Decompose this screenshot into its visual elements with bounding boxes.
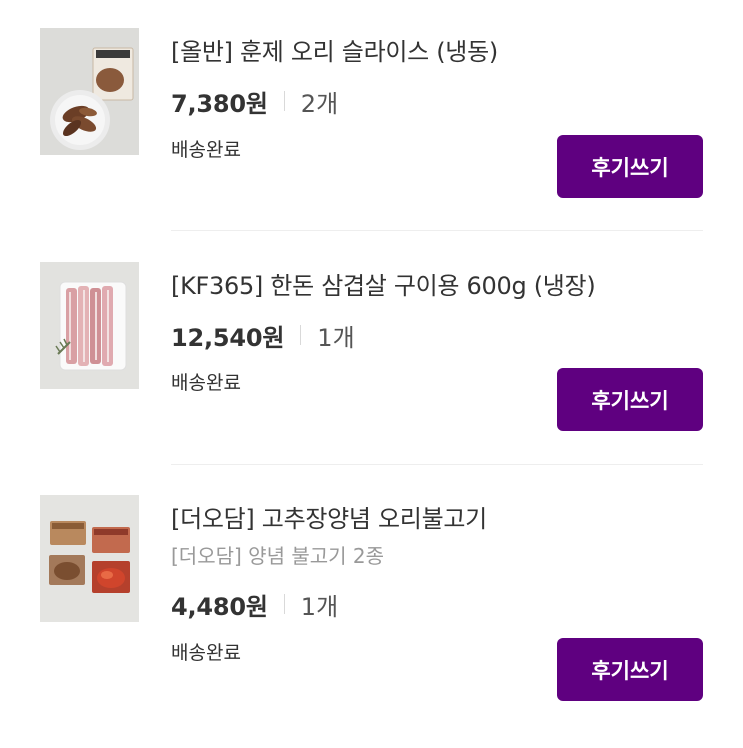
product-quantity: 1개 <box>317 323 355 352</box>
write-review-button[interactable]: 후기쓰기 <box>557 135 703 198</box>
product-thumbnail[interactable] <box>40 495 139 622</box>
separator <box>283 91 285 111</box>
product-thumbnail[interactable] <box>40 28 139 155</box>
separator <box>300 325 302 345</box>
write-review-button[interactable]: 후기쓰기 <box>557 368 703 431</box>
price-quantity-row: 4,480원 1개 <box>171 588 339 621</box>
product-price: 12,540원 <box>171 323 285 352</box>
write-review-button[interactable]: 후기쓰기 <box>557 638 703 701</box>
product-quantity: 2개 <box>300 89 339 118</box>
pork-belly-tray-icon <box>40 262 139 389</box>
delivery-status: 배송완료 <box>171 139 241 161</box>
product-title[interactable]: [KF365] 한돈 삼겹살 구이용 600g (냉장) <box>171 270 596 302</box>
divider <box>171 230 703 231</box>
price-quantity-row: 7,380원 2개 <box>171 85 339 118</box>
price-quantity-row: 12,540원 1개 <box>171 319 355 352</box>
product-price: 4,480원 <box>171 592 268 621</box>
product-price: 7,380원 <box>171 89 268 118</box>
product-thumbnail[interactable] <box>40 262 139 389</box>
product-title[interactable]: [더오담] 고추장양념 오리불고기 <box>171 503 487 535</box>
bulgogi-packages-icon <box>40 495 139 622</box>
separator <box>283 594 285 614</box>
delivery-status: 배송완료 <box>171 642 241 664</box>
delivery-status: 배송완료 <box>171 372 241 394</box>
divider <box>171 464 703 465</box>
smoked-duck-slices-icon <box>40 28 139 155</box>
product-option: [더오담] 양념 불고기 2종 <box>171 544 385 568</box>
product-quantity: 1개 <box>300 592 339 621</box>
product-title[interactable]: [올반] 훈제 오리 슬라이스 (냉동) <box>171 36 498 68</box>
order-item-list: [올반] 훈제 오리 슬라이스 (냉동) 7,380원 2개 배송완료 후기쓰기 <box>0 0 743 748</box>
